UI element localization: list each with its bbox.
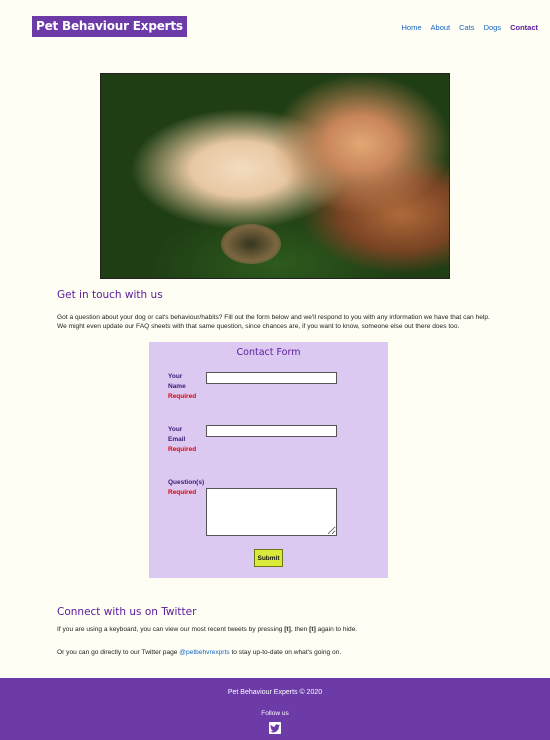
kbd-key-t-show: [t] <box>284 626 291 633</box>
email-label-line2: Email <box>168 436 186 443</box>
contact-form: Contact Form Your Name Required Your Ema… <box>149 342 388 578</box>
twitter-direct-text: Or you can go directly to our Twitter pa… <box>57 648 497 658</box>
kbd-hint-pre: If you are using a keyboard, you can vie… <box>57 626 285 633</box>
contact-intro-line2: We might even update our FAQ sheets with… <box>57 323 460 330</box>
hero-image-detail <box>221 224 281 264</box>
submit-button[interactable]: Submit <box>254 549 283 567</box>
site-logo[interactable]: Pet Behaviour Experts <box>32 16 187 37</box>
email-required: Required <box>168 446 197 453</box>
contact-heading: Get in touch with us <box>57 289 163 301</box>
email-input[interactable] <box>206 425 337 437</box>
direct-pre: Or you can go directly to our Twitter pa… <box>57 649 180 656</box>
twitter-icon[interactable] <box>269 722 281 734</box>
nav-dogs[interactable]: Dogs <box>484 23 502 32</box>
main-nav: Home About Cats Dogs Contact <box>402 23 538 32</box>
nav-about[interactable]: About <box>431 23 451 32</box>
nav-contact[interactable]: Contact <box>510 23 538 32</box>
question-label-text: Question(s) <box>168 479 205 486</box>
email-label: Your Email Required <box>168 425 204 455</box>
twitter-keyboard-hint: If you are using a keyboard, you can vie… <box>57 625 497 635</box>
twitter-heading: Connect with us on Twitter <box>57 606 197 618</box>
kbd-hint-mid: , then <box>290 626 310 633</box>
nav-cats[interactable]: Cats <box>459 23 474 32</box>
site-header: Pet Behaviour Experts Home About Cats Do… <box>0 0 550 60</box>
site-footer: Pet Behaviour Experts © 2020 Follow us <box>0 678 550 740</box>
twitter-handle-link[interactable]: @petbehvrexprts <box>179 649 229 656</box>
name-label-line2: Name <box>168 383 186 390</box>
twitter-bird-glyph <box>270 723 280 732</box>
form-title: Contact Form <box>236 347 301 358</box>
kbd-key-t-hide: [t] <box>309 626 316 633</box>
name-input[interactable] <box>206 372 337 384</box>
nav-home[interactable]: Home <box>402 23 422 32</box>
name-label: Your Name Required <box>168 372 204 402</box>
direct-post: to stay up-to-date on what's going on. <box>229 649 342 656</box>
name-required: Required <box>168 393 197 400</box>
name-label-line1: Your <box>168 373 183 380</box>
kbd-hint-post: again to hide. <box>315 626 358 633</box>
footer-copyright: Pet Behaviour Experts © 2020 <box>227 689 323 696</box>
footer-follow-label: Follow us <box>261 710 289 717</box>
question-textarea[interactable] <box>206 488 337 536</box>
hero-image <box>100 73 450 279</box>
email-label-line1: Your <box>168 426 183 433</box>
